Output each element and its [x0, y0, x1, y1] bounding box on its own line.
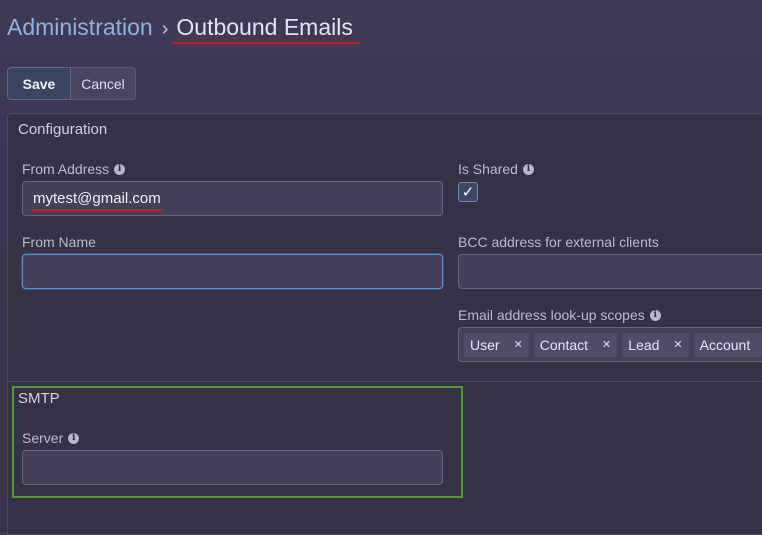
from-address-label: From Address i — [22, 161, 126, 177]
is-shared-checkbox[interactable]: ✓ — [458, 182, 478, 202]
remove-tag-icon[interactable]: ✕ — [602, 338, 611, 351]
green-highlight-annotation — [12, 386, 463, 498]
remove-tag-icon[interactable]: ✕ — [673, 338, 682, 351]
scope-tag-user: User ✕ — [464, 332, 529, 357]
page-title-text: Outbound Emails — [176, 14, 353, 40]
scope-tag-label: User — [470, 336, 500, 353]
breadcrumb: Administration › Outbound Emails — [7, 14, 361, 44]
bcc-label-text: BCC address for external clients — [458, 234, 659, 250]
scope-tag-account: Account✕ — [693, 332, 762, 357]
remove-tag-icon[interactable]: ✕ — [514, 338, 523, 351]
scope-tag-lead: Lead ✕ — [622, 332, 689, 357]
from-address-value: mytest@gmail.com — [31, 190, 163, 211]
red-underline-annotation — [172, 42, 361, 44]
is-shared-label-text: Is Shared — [458, 161, 518, 177]
bcc-field[interactable] — [458, 254, 762, 289]
save-button[interactable]: Save — [7, 67, 71, 100]
info-icon[interactable]: i — [114, 163, 126, 175]
scope-tag-label: Account — [699, 336, 751, 353]
lookup-scopes-label: Email address look-up scopes i — [458, 307, 661, 323]
scope-tag-label: Lead — [628, 336, 660, 353]
section-divider — [8, 381, 762, 382]
from-address-label-text: From Address — [22, 161, 110, 177]
from-name-label-text: From Name — [22, 234, 96, 250]
configuration-section-title: Configuration — [18, 121, 108, 138]
info-icon[interactable]: i — [649, 309, 661, 321]
cancel-button[interactable]: Cancel — [71, 67, 136, 100]
from-address-value-text: mytest@gmail.com — [33, 190, 161, 207]
breadcrumb-administration-link[interactable]: Administration — [7, 14, 153, 40]
breadcrumb-separator: › — [161, 18, 169, 40]
lookup-scopes-field[interactable]: User ✕ Contact ✕ Lead ✕ Account✕ — [458, 327, 762, 362]
red-underline-annotation — [31, 209, 163, 211]
lookup-scopes-label-text: Email address look-up scopes — [458, 307, 645, 323]
bcc-label: BCC address for external clients — [458, 234, 659, 250]
page-title: Outbound Emails — [172, 14, 361, 44]
lookup-scopes-tags: User ✕ Contact ✕ Lead ✕ Account✕ — [459, 332, 762, 357]
from-address-field[interactable]: mytest@gmail.com — [22, 181, 443, 216]
is-shared-label: Is Shared i — [458, 161, 534, 177]
from-name-label: From Name — [22, 234, 96, 250]
info-icon[interactable]: i — [522, 163, 534, 175]
check-icon: ✓ — [461, 184, 475, 201]
toolbar: Save Cancel — [7, 67, 136, 100]
scope-tag-contact: Contact ✕ — [533, 332, 618, 357]
from-name-field[interactable] — [22, 254, 443, 289]
scope-tag-label: Contact — [539, 336, 589, 353]
